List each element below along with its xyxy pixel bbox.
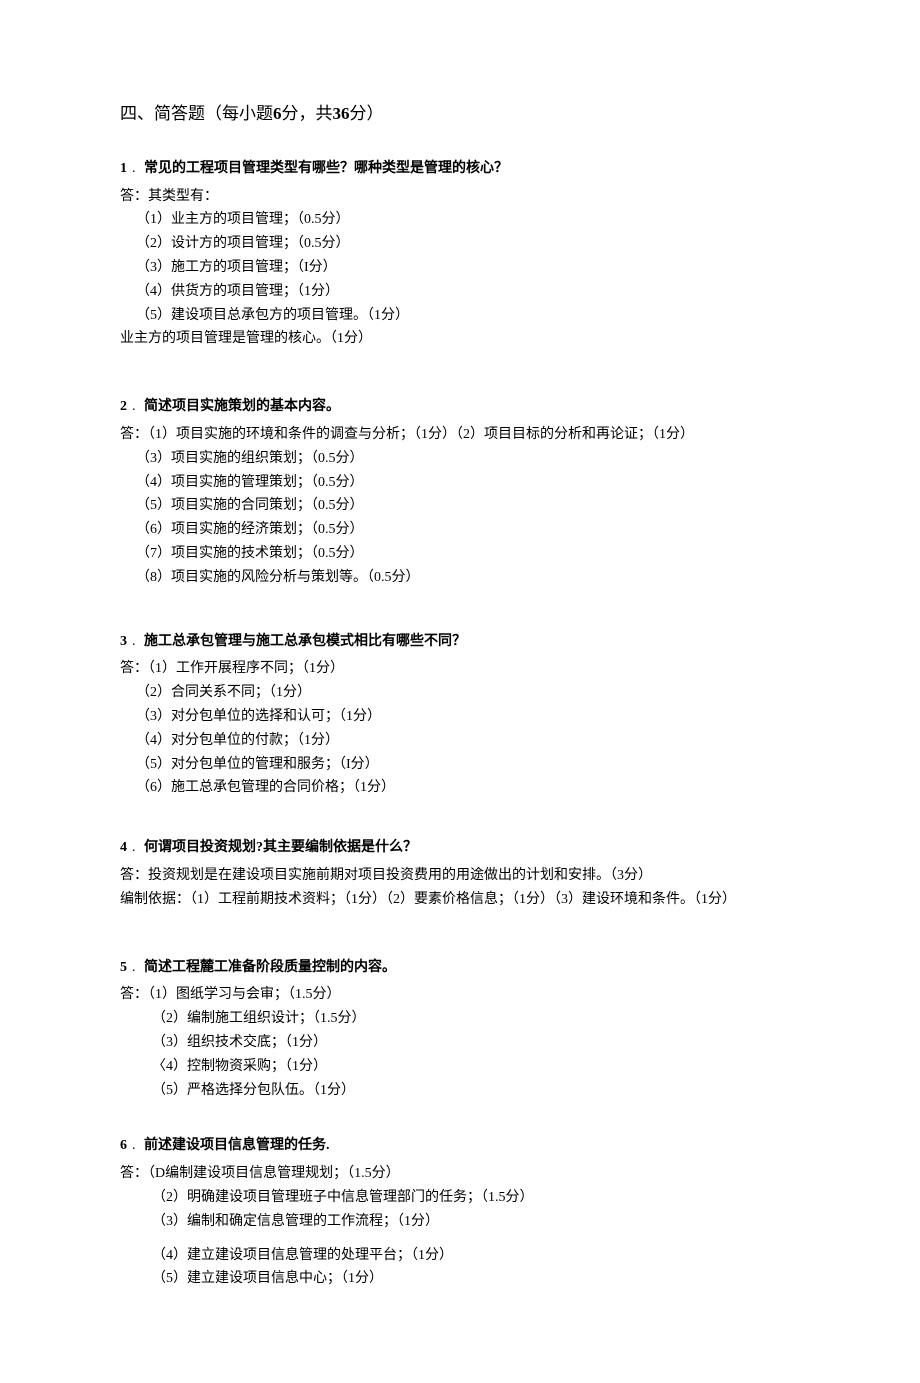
question-5-title-line: 5 .简述工程麓工准备阶段质量控制的内容。: [120, 956, 800, 980]
question-3-answer-line: 答：（1）工作开展程序不同；（1分）: [120, 657, 800, 681]
question-4-answer-line: 答：投资规划是在建设项目实施前期对项目投资费用的用途做出的计划和安排。（3分）: [120, 864, 800, 888]
question-1-text: 常见的工程项目管理类型有哪些？哪种类型是管理的核心？: [144, 161, 508, 176]
question-6-text: 前述建设项目信息管理的任务.: [144, 1138, 330, 1153]
question-5-answer-item: 〈4）控制物资采购；（1分）: [152, 1055, 800, 1079]
question-1-answer-item: （5）建设项目总承包方的项目管理。（1分）: [136, 304, 800, 328]
section-title: 四、简答题（每小题6分，共36分）: [120, 100, 800, 129]
question-3-answer-item: （4）对分包单位的付款；（1分）: [136, 729, 800, 753]
question-6-number: 6: [120, 1134, 132, 1158]
question-2-answer-item: （8）项目实施的风险分析与策划等。（0.5分）: [136, 566, 800, 590]
question-1: 1 .常见的工程项目管理类型有哪些？哪种类型是管理的核心？ 答：其类型有： （1…: [120, 157, 800, 351]
section-title-points-each: 6: [273, 104, 282, 123]
question-3-answer-item: （5）对分包单位的管理和服务；（I分）: [136, 753, 800, 777]
question-3-answer-item: （6）施工总承包管理的合同价格；（1分）: [136, 776, 800, 800]
question-4: 4 .何谓项目投资规划?其主要编制依据是什么？ 答：投资规划是在建设项目实施前期…: [120, 836, 800, 911]
question-5-answer-item: （5）严格选择分包队伍。（1分）: [152, 1079, 800, 1103]
question-5-answer-item: （3）组织技术交底；（1分）: [152, 1031, 800, 1055]
question-4-title-line: 4 .何谓项目投资规划?其主要编制依据是什么？: [120, 836, 800, 860]
question-3-text: 施工总承包管理与施工总承包模式相比有哪些不同？: [144, 634, 466, 649]
question-6-title-line: 6 .前述建设项目信息管理的任务.: [120, 1134, 800, 1158]
question-3: 3 .施工总承包管理与施工总承包模式相比有哪些不同？ 答：（1）工作开展程序不同…: [120, 630, 800, 801]
question-4-number: 4: [120, 836, 132, 860]
section-title-suffix: 分）: [350, 104, 384, 123]
question-1-answer-item: （4）供货方的项目管理；（1分）: [136, 280, 800, 304]
question-3-answer-item: （3）对分包单位的选择和认可；（1分）: [136, 705, 800, 729]
question-1-answer-item: （3）施工方的项目管理；（I分）: [136, 256, 800, 280]
question-6-answer-item: （5）建立建设项目信息中心；（1分）: [152, 1267, 800, 1291]
question-2-answer-item: （5）项目实施的合同策划；（0.5分）: [136, 494, 800, 518]
question-3-number: 3: [120, 630, 132, 654]
question-1-answer-item: （2）设计方的项目管理；（0.5分）: [136, 232, 800, 256]
question-1-number: 1: [120, 157, 132, 181]
question-4-text: 何谓项目投资规划?其主要编制依据是什么？: [144, 840, 417, 855]
question-5-answer-item: （2）编制施工组织设计；（1.5分）: [152, 1007, 800, 1031]
question-2-title-line: 2 .简述项目实施策划的基本内容。: [120, 395, 800, 419]
question-2-number: 2: [120, 395, 132, 419]
question-6-answer-item: （3）编制和确定信息管理的工作流程；（1分）: [152, 1210, 800, 1234]
section-title-points-total: 36: [333, 104, 350, 123]
question-5-number: 5: [120, 956, 132, 980]
question-5-answer-line: 答：（1）图纸学习与会审；（1.5分）: [120, 983, 800, 1007]
question-2-answer-item: （3）项目实施的组织策划；（0.5分）: [136, 447, 800, 471]
question-4-dot: .: [132, 836, 144, 860]
question-6: 6 .前述建设项目信息管理的任务. 答：（D编制建设项目信息管理规划；（1.5分…: [120, 1134, 800, 1291]
question-6-dot: .: [132, 1134, 144, 1158]
question-3-title-line: 3 .施工总承包管理与施工总承包模式相比有哪些不同？: [120, 630, 800, 654]
question-5: 5 .简述工程麓工准备阶段质量控制的内容。 答：（1）图纸学习与会审；（1.5分…: [120, 956, 800, 1103]
question-6-answer-item: （4）建立建设项目信息管理的处理平台；（1分）: [152, 1244, 800, 1268]
question-6-answer-item: （2）明确建设项目管理班子中信息管理部门的任务；（1.5分）: [152, 1186, 800, 1210]
question-2-answer-item: （6）项目实施的经济策划；（0.5分）: [136, 518, 800, 542]
question-4-answer-basis: 编制依据：（1）工程前期技术资料；（1分）（2）要素价格信息；（1分）（3）建设…: [120, 888, 800, 912]
question-3-dot: .: [132, 630, 144, 654]
question-5-dot: .: [132, 956, 144, 980]
question-2-answer-item: （4）项目实施的管理策划；（0.5分）: [136, 471, 800, 495]
question-2: 2 .简述项目实施策划的基本内容。 答：（1）项目实施的环境和条件的调查与分析；…: [120, 395, 800, 589]
question-2-dot: .: [132, 395, 144, 419]
question-6-answer-line: 答：（D编制建设项目信息管理规划；（1.5分）: [120, 1162, 800, 1186]
question-1-answer-intro: 答：其类型有：: [120, 185, 800, 209]
question-5-text: 简述工程麓工准备阶段质量控制的内容。: [144, 960, 396, 975]
question-1-answer-core: 业主方的项目管理是管理的核心。（1分）: [120, 327, 800, 351]
section-title-mid: 分，共: [282, 104, 333, 123]
question-2-answer-item: （7）项目实施的技术策划；（0.5分）: [136, 542, 800, 566]
question-1-dot: .: [132, 157, 144, 181]
question-2-answer-line: 答：（1）项目实施的环境和条件的调查与分析；（1分）（2）项目目标的分析和再论证…: [120, 423, 800, 447]
section-title-prefix: 四、简答题（每小题: [120, 104, 273, 123]
question-2-text: 简述项目实施策划的基本内容。: [144, 399, 340, 414]
question-3-answer-item: （2）合同关系不同；（1分）: [136, 681, 800, 705]
question-1-title-line: 1 .常见的工程项目管理类型有哪些？哪种类型是管理的核心？: [120, 157, 800, 181]
question-1-answer-item: （1）业主方的项目管理；（0.5分）: [136, 208, 800, 232]
